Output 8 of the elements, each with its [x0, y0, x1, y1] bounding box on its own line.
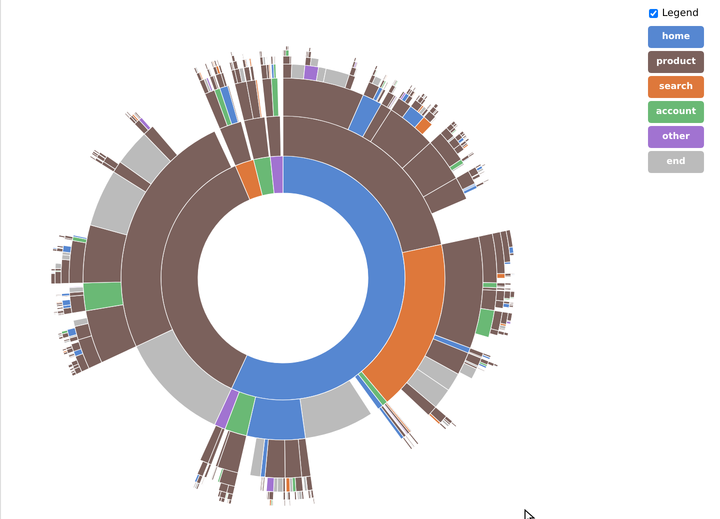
legend-checkbox[interactable] — [649, 9, 658, 18]
legend-item: home — [648, 26, 704, 48]
legend-item: account — [648, 101, 704, 123]
legend-label: Legend — [662, 8, 699, 19]
legend-item: other — [648, 126, 704, 148]
legend-item: product — [648, 51, 704, 73]
legend-item: end — [648, 151, 704, 173]
legend-item: search — [648, 76, 704, 98]
